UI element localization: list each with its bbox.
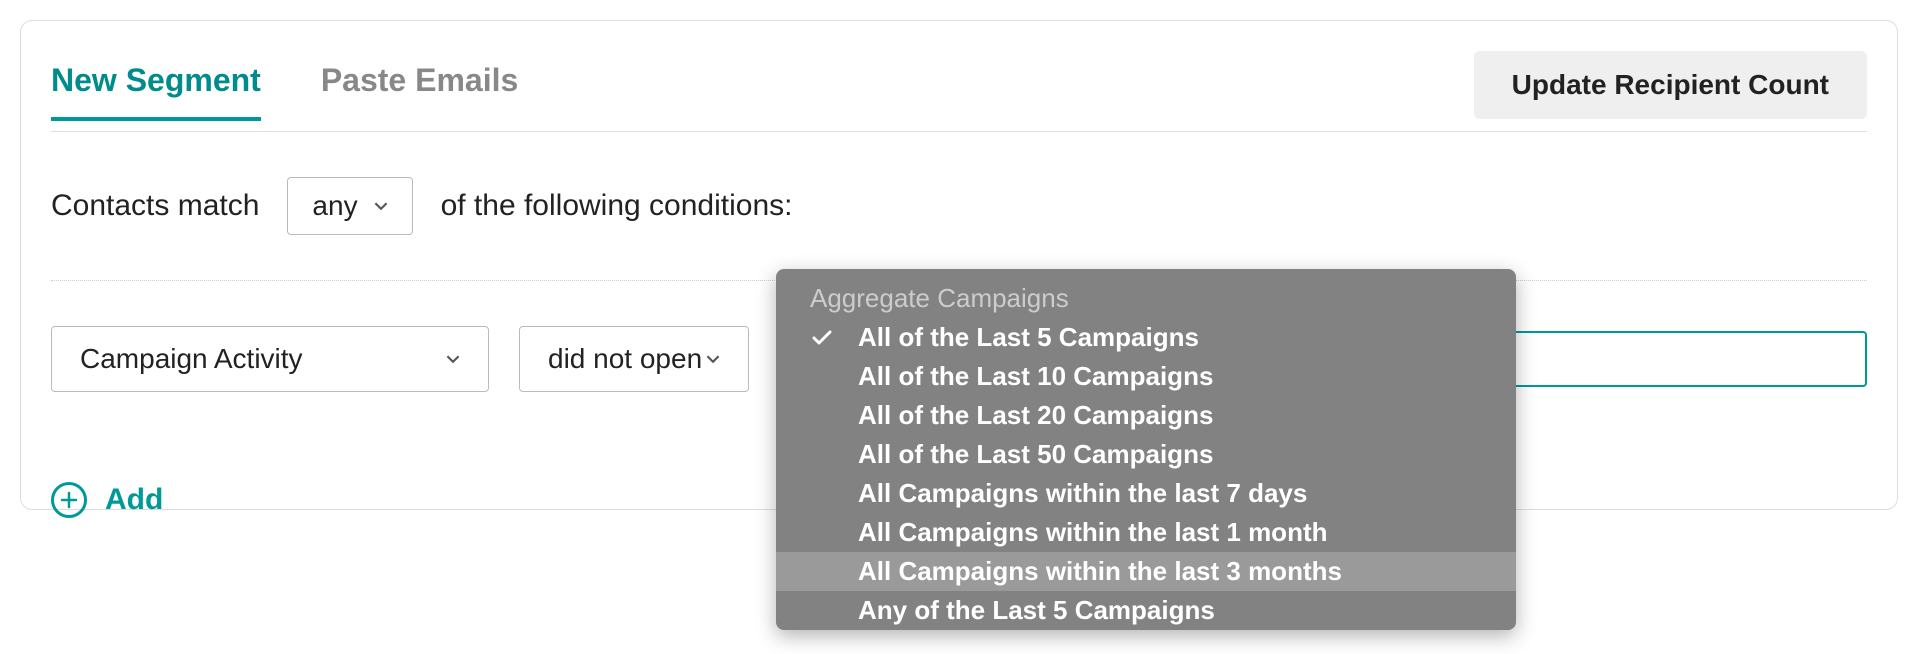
dropdown-option-label: All of the Last 10 Campaigns [858,361,1500,392]
condition-field-value: Campaign Activity [80,343,303,375]
chevron-down-icon [374,199,388,213]
update-recipient-count-button[interactable]: Update Recipient Count [1474,51,1867,119]
dropdown-option-label: All of the Last 20 Campaigns [858,400,1500,431]
dropdown-option[interactable]: All Campaigns within the last 1 month [776,513,1516,552]
chevron-down-icon [706,352,720,366]
dropdown-option[interactable]: All Campaigns within the last 7 days [776,474,1516,513]
dropdown-option-label: All Campaigns within the last 7 days [858,478,1500,509]
conditions-suffix: of the following conditions: [441,189,793,223]
chevron-down-icon [446,352,460,366]
dropdown-option-label: All Campaigns within the last 1 month [858,517,1500,548]
conditions-header: Contacts match any of the following cond… [51,177,1867,281]
dropdown-option[interactable]: All of the Last 50 Campaigns [776,435,1516,474]
condition-field-select[interactable]: Campaign Activity [51,326,489,392]
condition-operator-select[interactable]: did not open [519,326,749,392]
top-row: New Segment Paste Emails Update Recipien… [51,51,1867,132]
dropdown-option-label: All of the Last 50 Campaigns [858,439,1500,470]
dropdown-option[interactable]: All of the Last 10 Campaigns [776,357,1516,396]
dropdown-option[interactable]: All of the Last 20 Campaigns [776,396,1516,435]
condition-operator-value: did not open [548,343,702,375]
tab-new-segment[interactable]: New Segment [51,62,261,121]
tabs: New Segment Paste Emails [51,62,518,120]
add-label: Add [105,483,163,517]
dropdown-option-label: Any of the Last 5 Campaigns [858,595,1500,626]
campaign-dropdown-menu: Aggregate Campaigns All of the Last 5 Ca… [776,269,1516,630]
segment-panel: New Segment Paste Emails Update Recipien… [20,20,1898,510]
dropdown-option[interactable]: Any of the Last 5 Campaigns [776,591,1516,630]
dropdown-option-label: All of the Last 5 Campaigns [858,322,1500,353]
plus-circle-icon [51,482,87,518]
match-mode-value: any [312,190,357,222]
dropdown-option[interactable]: All Campaigns within the last 3 months [776,552,1516,591]
dropdown-group-header: Aggregate Campaigns [776,275,1516,318]
tab-paste-emails[interactable]: Paste Emails [321,62,518,121]
dropdown-option[interactable]: All of the Last 5 Campaigns [776,318,1516,357]
check-icon [810,330,834,346]
match-mode-select[interactable]: any [287,177,412,235]
dropdown-option-label: All Campaigns within the last 3 months [858,556,1500,587]
conditions-prefix: Contacts match [51,189,259,223]
